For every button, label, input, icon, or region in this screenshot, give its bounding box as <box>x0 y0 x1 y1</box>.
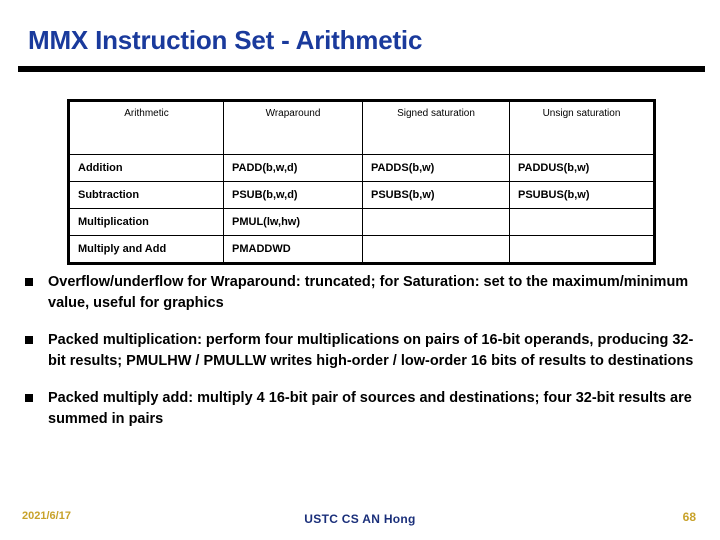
table-header-signed-saturation: Signed saturation <box>362 100 510 155</box>
table-cell-wraparound: PMUL(lw,hw) <box>223 208 363 236</box>
list-item-text: Packed multiply add: multiply 4 16-bit p… <box>48 390 692 427</box>
table-cell-operation: Addition <box>68 154 224 182</box>
table-cell-wraparound: PADD(b,w,d) <box>223 154 363 182</box>
page-title: MMX Instruction Set - Arithmetic <box>28 25 423 55</box>
table-cell-unsign-saturation: PSUBUS(b,w) <box>509 181 655 209</box>
list-item-text: Packed multiplication: perform four mult… <box>48 332 694 369</box>
table-cell-wraparound: PMADDWD <box>223 235 363 264</box>
table-cell-signed-saturation <box>362 235 510 264</box>
table-cell-operation: Multiply and Add <box>68 235 224 264</box>
table-cell-signed-saturation <box>362 208 510 236</box>
table-header-unsign-saturation: Unsign saturation <box>509 100 655 155</box>
table-cell-operation: Subtraction <box>68 181 224 209</box>
table-cell-unsign-saturation <box>509 208 655 236</box>
table-header-row: Arithmetic Wraparound Signed saturation … <box>68 100 655 155</box>
square-bullet-icon <box>25 394 33 402</box>
table-row: Multiplication PMUL(lw,hw) <box>68 208 655 236</box>
square-bullet-icon <box>25 278 33 286</box>
footer-attribution: USTC CS AN Hong <box>304 512 416 526</box>
list-item: Packed multiplication: perform four mult… <box>24 330 700 372</box>
bullet-list: Overflow/underflow for Wraparound: trunc… <box>24 272 700 446</box>
table-cell-operation: Multiplication <box>68 208 224 236</box>
table-row: Multiply and Add PMADDWD <box>68 235 655 264</box>
list-item: Packed multiply add: multiply 4 16-bit p… <box>24 388 700 430</box>
table-cell-signed-saturation: PSUBS(b,w) <box>362 181 510 209</box>
footer-page-number: 68 <box>682 510 696 524</box>
table-cell-unsign-saturation <box>509 235 655 264</box>
table-cell-unsign-saturation: PADDUS(b,w) <box>509 154 655 182</box>
table-header-arithmetic: Arithmetic <box>68 100 224 155</box>
table-row: Subtraction PSUB(b,w,d) PSUBS(b,w) PSUBU… <box>68 181 655 209</box>
list-item: Overflow/underflow for Wraparound: trunc… <box>24 272 700 314</box>
arithmetic-instruction-table: Arithmetic Wraparound Signed saturation … <box>67 99 656 265</box>
title-divider <box>18 66 705 72</box>
table-cell-signed-saturation: PADDS(b,w) <box>362 154 510 182</box>
square-bullet-icon <box>25 336 33 344</box>
list-item-text: Overflow/underflow for Wraparound: trunc… <box>48 274 689 311</box>
table-cell-wraparound: PSUB(b,w,d) <box>223 181 363 209</box>
table-row: Addition PADD(b,w,d) PADDS(b,w) PADDUS(b… <box>68 154 655 182</box>
table-header-wraparound: Wraparound <box>223 100 363 155</box>
